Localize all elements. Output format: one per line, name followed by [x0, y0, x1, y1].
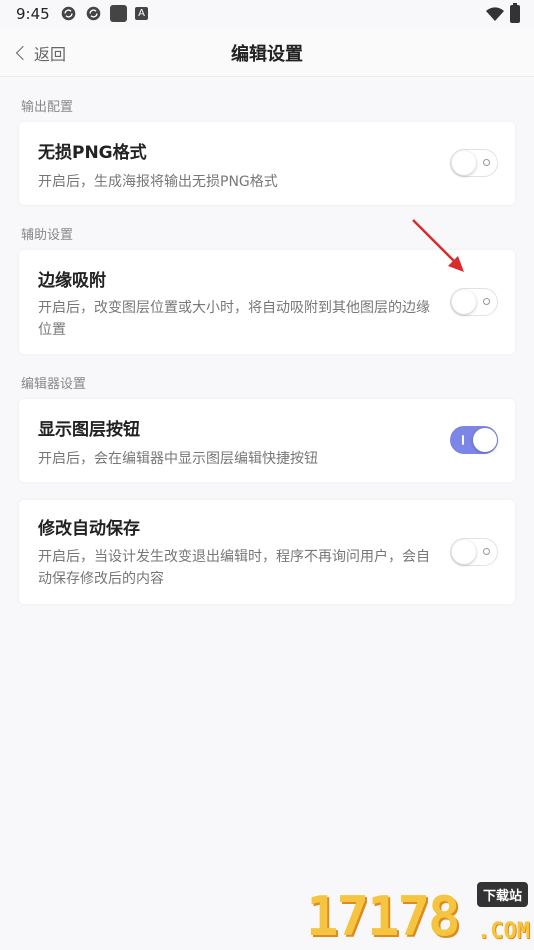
a-app-icon: A: [135, 7, 148, 20]
setting-description: 开启后，当设计发生改变退出编辑时，程序不再询问用户，会自动保存修改后的内容: [38, 549, 430, 587]
watermark-logo: 17178 下载站 .COM: [306, 878, 534, 950]
lossless-png-toggle[interactable]: [450, 149, 498, 177]
watermark-number: 17178: [306, 885, 461, 948]
setting-title: 显示图层按钮: [38, 420, 140, 440]
toggle-off-indicator-icon: [483, 548, 490, 555]
sync-icon: [61, 6, 76, 21]
square-app-icon: [110, 5, 127, 22]
setting-description: 开启后，生成海报将输出无损PNG格式: [38, 174, 278, 190]
status-right: [486, 3, 520, 23]
section-label-editor: 编辑器设置: [21, 377, 87, 392]
status-time: 9:45: [16, 5, 50, 23]
toggle-off-indicator-icon: [483, 159, 490, 166]
navbar: 返回 编辑设置: [0, 28, 534, 77]
watermark-badge: 下载站: [476, 882, 528, 907]
toggle-knob: [452, 540, 476, 564]
wifi-icon: [486, 6, 504, 21]
annotation-arrow-icon: [412, 219, 464, 272]
setting-title: 修改自动保存: [38, 519, 140, 539]
auto-save-toggle[interactable]: [450, 538, 498, 566]
setting-title: 边缘吸附: [38, 271, 106, 291]
setting-card-auto-save: 修改自动保存 开启后，当设计发生改变退出编辑时，程序不再询问用户，会自动保存修改…: [19, 500, 515, 604]
section-label-assist: 辅助设置: [21, 228, 74, 243]
show-layer-button-toggle[interactable]: [450, 426, 498, 454]
toggle-knob: [452, 151, 476, 175]
notification-icons: A: [60, 5, 148, 22]
setting-description: 开启后，会在编辑器中显示图层编辑快捷按钮: [38, 451, 318, 467]
page-title: 编辑设置: [231, 44, 303, 65]
toggle-off-indicator-icon: [483, 298, 490, 305]
battery-icon: [510, 3, 520, 23]
sync-icon: [86, 6, 101, 21]
watermark-suffix: .COM: [477, 919, 530, 944]
section-label-output: 输出配置: [21, 100, 74, 115]
setting-card-show-layer-button: 显示图层按钮 开启后，会在编辑器中显示图层编辑快捷按钮: [19, 399, 515, 482]
setting-title: 无损PNG格式: [38, 143, 147, 163]
status-bar: 9:45 A: [0, 0, 534, 28]
toggle-knob: [473, 428, 497, 452]
toggle-on-indicator-icon: [462, 435, 464, 445]
setting-description: 开启后，改变图层位置或大小时，将自动吸附到其他图层的边缘位置: [38, 300, 430, 338]
toggle-knob: [452, 290, 476, 314]
setting-card-lossless-png: 无损PNG格式 开启后，生成海报将输出无损PNG格式: [19, 122, 515, 205]
edge-snap-toggle[interactable]: [450, 288, 498, 316]
